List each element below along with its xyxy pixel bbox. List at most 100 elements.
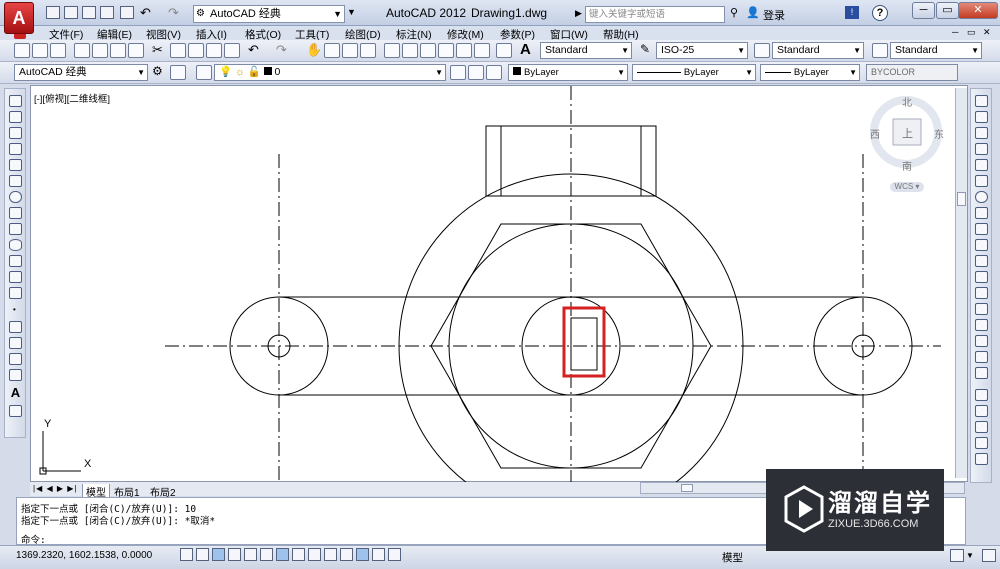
viewport-controls[interactable]: [-][俯视][二维线框]	[34, 91, 110, 105]
publish-icon[interactable]	[110, 43, 126, 58]
make-current-layer-icon[interactable]	[450, 65, 466, 80]
snap-mode-icon[interactable]	[196, 548, 209, 561]
compass-east[interactable]: 东	[934, 126, 944, 141]
qnew-icon[interactable]	[14, 43, 30, 58]
properties-icon[interactable]	[384, 43, 400, 58]
ortho-mode-icon[interactable]	[228, 548, 241, 561]
cut-icon[interactable]: ✂	[152, 42, 163, 58]
save-icon[interactable]	[82, 6, 96, 19]
plot-icon[interactable]	[74, 43, 90, 58]
clean-screen-icon[interactable]	[982, 549, 996, 562]
minimize-button[interactable]: ─	[912, 2, 935, 19]
markup-icon[interactable]	[456, 43, 472, 58]
erase-icon[interactable]	[975, 95, 988, 107]
mirror-icon[interactable]	[975, 127, 988, 139]
gradient-icon[interactable]	[9, 337, 22, 349]
application-menu-button[interactable]: A	[4, 2, 34, 34]
undo-toolbar-icon[interactable]: ↶	[248, 42, 259, 58]
customize-toolbar-icon[interactable]: ▼	[347, 7, 356, 17]
join-icon[interactable]	[975, 303, 988, 315]
multiline-text-icon[interactable]: A	[9, 386, 22, 399]
login-link[interactable]: 登录	[763, 7, 785, 23]
layer-dropdown[interactable]: 💡 ☼ 🔓 0 ▼	[214, 64, 446, 81]
user-icon[interactable]: 👤	[746, 6, 760, 19]
plotstyle-dropdown[interactable]: BYCOLOR	[866, 64, 958, 81]
new-file-icon[interactable]	[46, 6, 60, 19]
array-icon[interactable]	[975, 159, 988, 171]
zoom-realtime-icon[interactable]	[324, 43, 340, 58]
close-button[interactable]: ✕	[958, 2, 998, 19]
copy-icon[interactable]	[170, 43, 186, 58]
hatch-icon[interactable]	[9, 321, 22, 333]
compass-south[interactable]: 南	[902, 158, 912, 173]
dim-style-dropdown[interactable]: ISO-25 ▼	[656, 42, 748, 59]
zoom-window-icon[interactable]	[342, 43, 358, 58]
3d-osnap-icon[interactable]	[276, 548, 289, 561]
plot-preview-icon[interactable]	[92, 43, 108, 58]
text-style-dropdown[interactable]: Standard ▼	[540, 42, 632, 59]
quick-properties-icon[interactable]	[372, 548, 385, 561]
transparency-icon[interactable]	[356, 548, 369, 561]
block-editor-icon[interactable]	[224, 43, 240, 58]
menu-close-icon[interactable]: ✕	[983, 27, 991, 38]
grid-display-icon[interactable]	[212, 548, 225, 561]
blend-curves-icon[interactable]	[975, 351, 988, 363]
3d-dwf-icon[interactable]	[128, 43, 144, 58]
workspace-save-icon[interactable]	[170, 65, 186, 80]
status-menu-icon[interactable]: ▼	[966, 551, 974, 560]
object-snap-icon[interactable]	[260, 548, 273, 561]
break-icon[interactable]	[975, 287, 988, 299]
redo-icon[interactable]: ↷	[168, 5, 179, 21]
explode-icon[interactable]	[975, 367, 988, 379]
revision-cloud-icon[interactable]	[9, 207, 22, 219]
fillet-icon[interactable]	[975, 335, 988, 347]
menu-minimize-icon[interactable]: ─	[952, 27, 958, 37]
restore-button[interactable]: ▭	[936, 2, 959, 19]
lineweight-display-icon[interactable]	[340, 548, 353, 561]
scale-icon[interactable]	[975, 207, 988, 219]
help-toolbar-icon[interactable]	[496, 43, 512, 58]
rotate-icon[interactable]	[975, 191, 988, 203]
table-style-dropdown[interactable]: Standard ▼	[772, 42, 864, 59]
polyline-icon[interactable]	[9, 127, 22, 139]
horizontal-scroll-thumb[interactable]	[681, 484, 693, 492]
workspace-toolbar-dropdown[interactable]: AutoCAD 经典 ▼	[14, 64, 148, 81]
table-icon[interactable]	[9, 369, 22, 381]
polar-tracking-icon[interactable]	[244, 548, 257, 561]
paste-icon[interactable]	[188, 43, 204, 58]
help-icon[interactable]: ?	[872, 5, 888, 21]
break-at-point-icon[interactable]	[975, 271, 988, 283]
model-space-button[interactable]: 模型	[722, 550, 743, 565]
tool-palettes-icon[interactable]	[420, 43, 436, 58]
layer-previous-icon[interactable]	[468, 65, 484, 80]
add-selected-icon[interactable]	[9, 405, 22, 417]
wcs-menu[interactable]: WCS ▾	[890, 182, 924, 192]
viewcube[interactable]: 北 南 西 东 上 WCS ▾	[866, 92, 946, 192]
layer-states-icon[interactable]	[486, 65, 502, 80]
compass-west[interactable]: 西	[870, 126, 880, 141]
calculator-icon[interactable]	[474, 43, 490, 58]
command-prompt[interactable]: 命令:	[21, 532, 46, 546]
menu-restore-icon[interactable]: ▭	[967, 27, 976, 38]
chamfer-icon[interactable]	[975, 319, 988, 331]
dynamic-input-icon[interactable]	[324, 548, 337, 561]
point-icon[interactable]: •	[13, 305, 16, 314]
rectangle-icon[interactable]	[9, 159, 22, 171]
extend-icon[interactable]	[975, 255, 988, 267]
undo-icon[interactable]: ↶	[140, 5, 151, 21]
bring-above-icon[interactable]	[975, 437, 988, 449]
insert-block-icon[interactable]	[9, 271, 22, 283]
move-icon[interactable]	[975, 175, 988, 187]
open-file-icon[interactable]	[64, 6, 78, 19]
vertical-scroll-thumb[interactable]	[957, 192, 966, 206]
ellipse-arc-icon[interactable]	[9, 255, 22, 267]
spline-icon[interactable]	[9, 223, 22, 235]
open-icon[interactable]	[32, 43, 48, 58]
offset-icon[interactable]	[975, 143, 988, 155]
send-under-icon[interactable]	[975, 453, 988, 465]
print-icon[interactable]	[120, 6, 134, 19]
search-input[interactable]: 键入关键字或短语	[585, 6, 725, 23]
linetype-dropdown[interactable]: ByLayer ▼	[632, 64, 756, 81]
construction-line-icon[interactable]	[9, 111, 22, 123]
infer-constraints-icon[interactable]	[180, 548, 193, 561]
